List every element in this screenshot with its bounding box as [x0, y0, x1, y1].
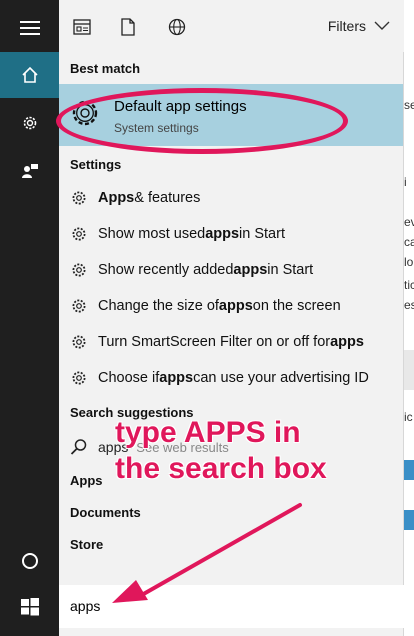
annotation-arrow	[112, 503, 302, 603]
